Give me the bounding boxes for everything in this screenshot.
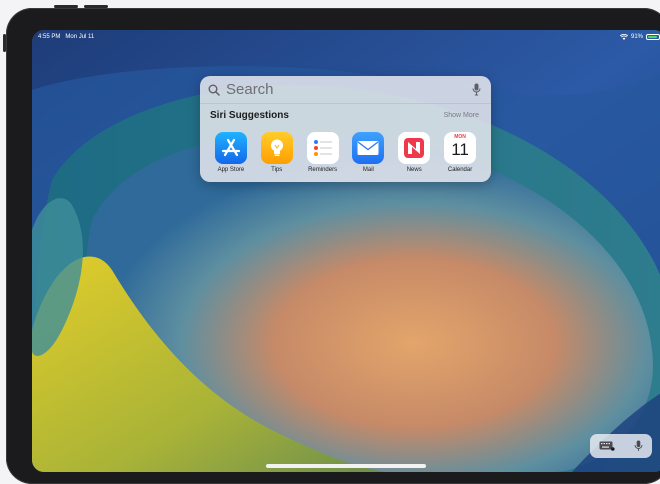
siri-suggestions-apps: App Store Tips Reminders Mail News MON 1… [208, 132, 483, 173]
home-screen: 4:55 PM Mon Jul 11 91% Search Siri Sugge… [32, 30, 660, 472]
home-indicator[interactable] [266, 464, 426, 468]
battery-percent: 91% [630, 34, 643, 40]
side-button[interactable] [3, 34, 6, 52]
wifi-icon [619, 34, 628, 40]
app-tips[interactable]: Tips [254, 132, 300, 173]
search-icon [208, 84, 220, 96]
app-label: News [406, 167, 422, 173]
calendar-day: 11 [451, 140, 469, 159]
app-calendar[interactable]: MON 11 Calendar [437, 132, 483, 173]
ipad-frame: 4:55 PM Mon Jul 11 91% Search Siri Sugge… [3, 5, 660, 484]
search-bar [200, 76, 491, 104]
app-news[interactable]: News [391, 132, 437, 173]
siri-suggestions-header: Siri Suggestions Show More [210, 110, 479, 121]
keyboard-shortcut-bar [590, 434, 652, 458]
app-label: Mail [362, 167, 374, 173]
app-label: App Store [217, 167, 245, 173]
news-icon [398, 132, 431, 164]
spotlight-search-panel: Siri Suggestions Show More App Store [200, 76, 491, 182]
app-app-store[interactable]: App Store [208, 132, 254, 173]
siri-suggestions-title: Siri Suggestions [210, 110, 289, 121]
top-button[interactable] [54, 5, 78, 8]
tips-icon [260, 132, 293, 164]
mail-icon [352, 132, 385, 164]
microphone-icon[interactable] [472, 83, 481, 96]
top-button-2[interactable] [84, 5, 108, 8]
keyboard-icon[interactable] [599, 441, 615, 451]
search-input[interactable] [226, 81, 472, 98]
battery-icon [646, 34, 660, 40]
calendar-icon: MON 11 [444, 132, 477, 164]
show-more-button[interactable]: Show More [444, 112, 479, 119]
reminders-icon [306, 132, 339, 164]
status-time: 4:55 PM [38, 34, 61, 40]
status-bar: 4:55 PM Mon Jul 11 91% [32, 30, 660, 44]
dictation-microphone-icon[interactable] [634, 440, 643, 452]
app-reminders[interactable]: Reminders [300, 132, 346, 173]
app-label: Tips [271, 167, 283, 173]
app-store-icon [214, 132, 247, 164]
app-label: Reminders [308, 167, 338, 173]
app-label: Calendar [447, 167, 473, 173]
app-mail[interactable]: Mail [345, 132, 391, 173]
status-date: Mon Jul 11 [65, 34, 95, 40]
